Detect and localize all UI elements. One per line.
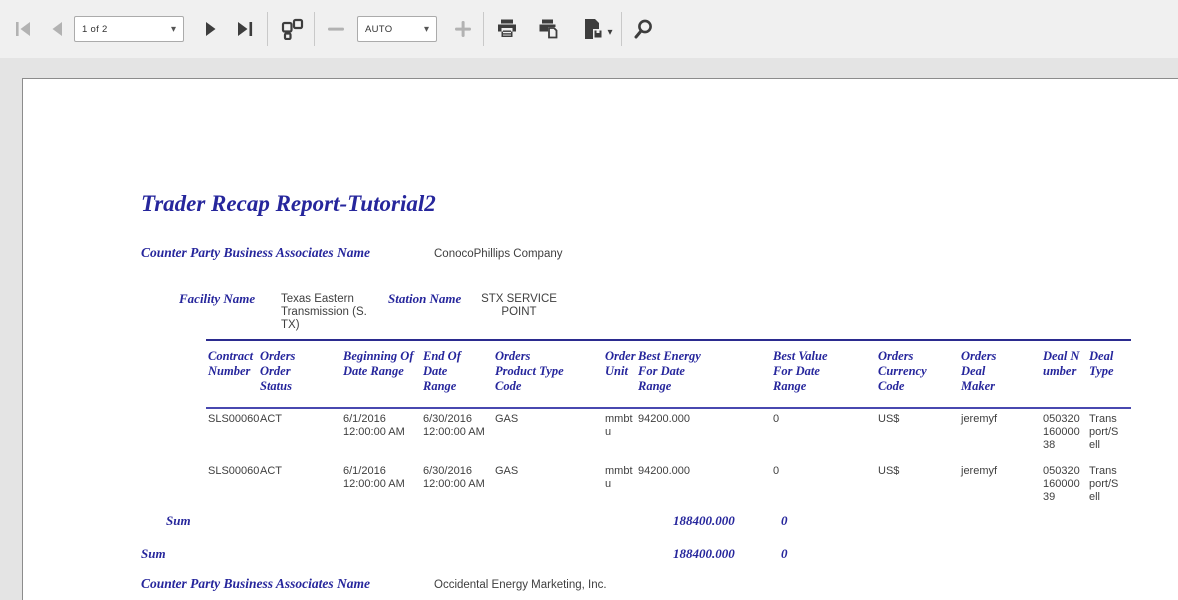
minus-icon [326, 19, 346, 39]
report-viewer-canvas: Trader Recap Report-Tutorial2 Counter Pa… [0, 58, 1178, 600]
col-header-orders-product-type-code: Orders Product Type Code [493, 340, 603, 408]
plus-icon [453, 19, 473, 39]
previous-page-icon [47, 19, 67, 39]
counter-party-label-1: Counter Party Business Associates Name [141, 245, 370, 261]
cell-beginning-date: 6/1/2016 12:00:00 AM [341, 461, 421, 513]
toolbar-separator [314, 12, 315, 46]
caret-down-icon: ▾ [424, 24, 429, 35]
next-page-button[interactable] [198, 16, 224, 42]
table-row: SLS00060 ACT 6/1/2016 12:00:00 AM 6/30/2… [206, 461, 1131, 513]
cell-end-date: 6/30/2016 12:00:00 AM [421, 461, 493, 513]
last-page-button[interactable] [232, 16, 258, 42]
col-header-deal-type: Deal Type [1087, 340, 1131, 408]
toolbar-separator [483, 12, 484, 46]
last-page-icon [235, 19, 255, 39]
sum-best-value-total: 0 [781, 546, 788, 562]
col-header-order-unit: Order Unit [603, 340, 636, 408]
cell-end-date: 6/30/2016 12:00:00 AM [421, 408, 493, 461]
zoom-out-button[interactable] [323, 16, 349, 42]
cell-product-type: GAS [493, 408, 603, 461]
report-title: Trader Recap Report-Tutorial2 [141, 191, 436, 217]
orders-table: Contract Number Orders Order Status Begi… [206, 339, 1131, 513]
find-button[interactable] [630, 16, 656, 42]
zoom-level-selector[interactable]: AUTO ▾ [357, 16, 437, 42]
first-page-icon [13, 19, 33, 39]
facility-name-value: Texas Eastern Transmission (S. TX) [281, 293, 381, 332]
facility-name-label: Facility Name [179, 291, 255, 307]
previous-page-button[interactable] [44, 16, 70, 42]
cell-deal-type: Transport/Sell [1087, 461, 1131, 513]
station-name-value: STX SERVICE POINT [469, 293, 569, 319]
cell-beginning-date: 6/1/2016 12:00:00 AM [341, 408, 421, 461]
first-page-button[interactable] [10, 16, 36, 42]
cell-best-energy: 94200.000 [636, 408, 771, 461]
cell-product-type: GAS [493, 461, 603, 513]
counter-party-value-1: ConocoPhillips Company [434, 248, 562, 261]
page-number-value: 1 of 2 [82, 24, 108, 35]
cell-deal-maker: jeremyf [959, 408, 1041, 461]
page-layout-icon [281, 18, 304, 40]
sum-best-energy-total: 188400.000 [673, 513, 735, 529]
printer-icon [495, 17, 519, 41]
zoom-in-button[interactable] [450, 16, 476, 42]
table-header-row: Contract Number Orders Order Status Begi… [206, 340, 1131, 408]
col-header-orders-order-status: Orders Order Status [258, 340, 341, 408]
station-name-label: Station Name [388, 291, 461, 307]
sum-best-energy-total: 188400.000 [673, 546, 735, 562]
report-page: Trader Recap Report-Tutorial2 Counter Pa… [22, 78, 1178, 600]
cell-currency-code: US$ [876, 461, 959, 513]
page-number-selector[interactable]: 1 of 2 ▾ [74, 16, 184, 42]
report-viewer-toolbar: 1 of 2 ▾ AUTO ▾ [0, 0, 1178, 58]
col-header-deal-number: Deal Number [1041, 340, 1087, 408]
sum-best-value-total: 0 [781, 513, 788, 529]
printer-page-icon [537, 17, 561, 41]
sum-label: Sum [166, 513, 191, 529]
print-layout-toggle-button[interactable] [277, 16, 307, 42]
cell-deal-number: 05032016000039 [1041, 461, 1087, 513]
cell-currency-code: US$ [876, 408, 959, 461]
col-header-contract-number: Contract Number [206, 340, 258, 408]
cell-deal-type: Transport/Sell [1087, 408, 1131, 461]
cell-order-status: ACT [258, 461, 341, 513]
col-header-end-of-date-range: End Of Date Range [421, 340, 493, 408]
counter-party-value-2: Occidental Energy Marketing, Inc. [434, 579, 607, 592]
caret-down-icon: ▾ [171, 24, 176, 35]
cell-best-energy: 94200.000 [636, 461, 771, 513]
search-icon [632, 18, 654, 40]
cell-best-value: 0 [771, 408, 876, 461]
print-button[interactable] [492, 16, 522, 42]
export-save-icon [581, 17, 605, 41]
cell-best-value: 0 [771, 461, 876, 513]
cell-order-unit: mmbtu [603, 461, 636, 513]
counter-party-label-2: Counter Party Business Associates Name [141, 576, 370, 592]
caret-down-icon: ▾ [607, 27, 612, 38]
print-layout-button[interactable] [534, 16, 564, 42]
col-header-orders-deal-maker: Orders Deal Maker [959, 340, 1041, 408]
col-header-beginning-of-date-range: Beginning Of Date Range [341, 340, 421, 408]
cell-contract-number: SLS00060 [206, 408, 258, 461]
col-header-orders-currency-code: Orders Currency Code [876, 340, 959, 408]
col-header-best-energy-for-date-range: Best Energy For Date Range [636, 340, 771, 408]
next-page-icon [201, 19, 221, 39]
export-button[interactable]: ▾ [576, 16, 618, 42]
table-row: SLS00060 ACT 6/1/2016 12:00:00 AM 6/30/2… [206, 408, 1131, 461]
cell-deal-number: 05032016000038 [1041, 408, 1087, 461]
col-header-best-value-for-date-range: Best Value For Date Range [771, 340, 876, 408]
cell-order-unit: mmbtu [603, 408, 636, 461]
cell-deal-maker: jeremyf [959, 461, 1041, 513]
toolbar-separator [267, 12, 268, 46]
cell-order-status: ACT [258, 408, 341, 461]
toolbar-separator [621, 12, 622, 46]
sum-label: Sum [141, 546, 166, 562]
cell-contract-number: SLS00060 [206, 461, 258, 513]
zoom-level-value: AUTO [365, 24, 392, 35]
